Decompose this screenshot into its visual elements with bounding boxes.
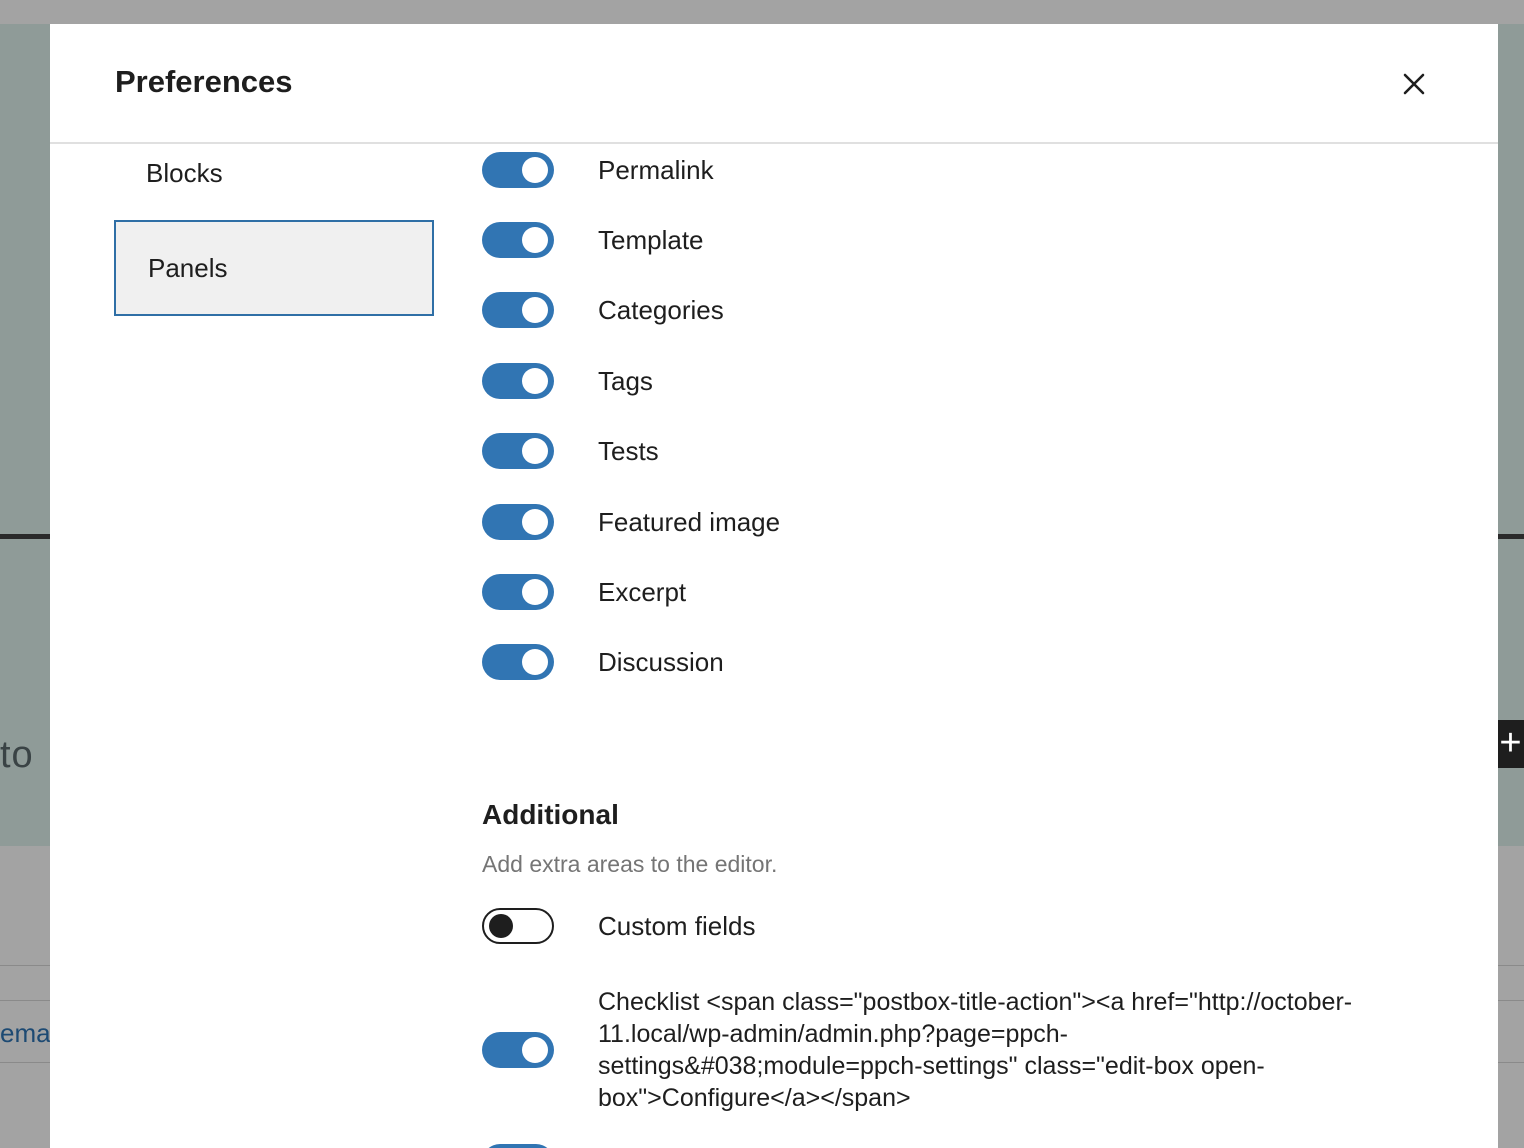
custom-fields-toggle[interactable] bbox=[482, 908, 554, 944]
toggle-row-partial bbox=[482, 1144, 554, 1148]
toggle-row-featured-image: Featured image bbox=[482, 504, 780, 540]
toggle-row-tests: Tests bbox=[482, 433, 659, 469]
toggle-label: Discussion bbox=[598, 646, 724, 677]
toggle-label: Tests bbox=[598, 435, 659, 466]
section-description: Add extra areas to the editor. bbox=[482, 851, 778, 877]
sidebar-item-blocks[interactable]: Blocks bbox=[114, 144, 434, 202]
toggle-row-permalink: Permalink bbox=[482, 152, 714, 188]
sidebar-item-label: Panels bbox=[148, 252, 228, 283]
featured-image-toggle[interactable] bbox=[482, 504, 554, 540]
section-title-additional: Additional bbox=[482, 799, 619, 830]
toggle-label: Custom fields bbox=[598, 910, 756, 941]
toggle-row-checklist: Checklist <span class="postbox-title-act… bbox=[482, 986, 1388, 1114]
toggle-row-categories: Categories bbox=[482, 292, 724, 328]
excerpt-toggle[interactable] bbox=[482, 574, 554, 610]
toggle-row-excerpt: Excerpt bbox=[482, 574, 686, 610]
toggle-label: Excerpt bbox=[598, 576, 687, 607]
partial-toggle[interactable] bbox=[482, 1144, 554, 1148]
toggle-row-tags: Tags bbox=[482, 363, 653, 399]
editor-link-snippet: ema bbox=[0, 1018, 51, 1048]
toggle-label: Checklist <span class="postbox-title-act… bbox=[598, 988, 1353, 1112]
modal-header: Preferences bbox=[50, 24, 1498, 144]
modal-title: Preferences bbox=[115, 64, 293, 99]
sidebar-item-label: Blocks bbox=[146, 157, 223, 188]
toggle-label: Permalink bbox=[598, 154, 714, 185]
toggle-label: Tags bbox=[598, 365, 653, 396]
toggle-label: Template bbox=[598, 224, 704, 255]
permalink-toggle[interactable] bbox=[482, 152, 554, 188]
add-block-button: + bbox=[1497, 720, 1524, 768]
close-icon bbox=[1403, 73, 1425, 95]
editor-text-snippet: to bbox=[0, 734, 34, 776]
close-button[interactable] bbox=[1390, 60, 1438, 108]
tests-toggle[interactable] bbox=[482, 433, 554, 469]
discussion-toggle[interactable] bbox=[482, 644, 554, 680]
toggle-row-template: Template bbox=[482, 222, 704, 258]
tags-toggle[interactable] bbox=[482, 363, 554, 399]
toggle-row-custom-fields: Custom fields bbox=[482, 908, 756, 944]
checklist-toggle[interactable] bbox=[482, 1032, 554, 1068]
toggle-label: Featured image bbox=[598, 506, 781, 537]
preferences-modal: Preferences Blocks Panels Permalink Temp… bbox=[50, 24, 1498, 1148]
sidebar-item-panels[interactable]: Panels bbox=[114, 220, 434, 316]
toggle-row-discussion: Discussion bbox=[482, 644, 724, 680]
toggle-label: Categories bbox=[598, 294, 724, 325]
categories-toggle[interactable] bbox=[482, 292, 554, 328]
template-toggle[interactable] bbox=[482, 222, 554, 258]
